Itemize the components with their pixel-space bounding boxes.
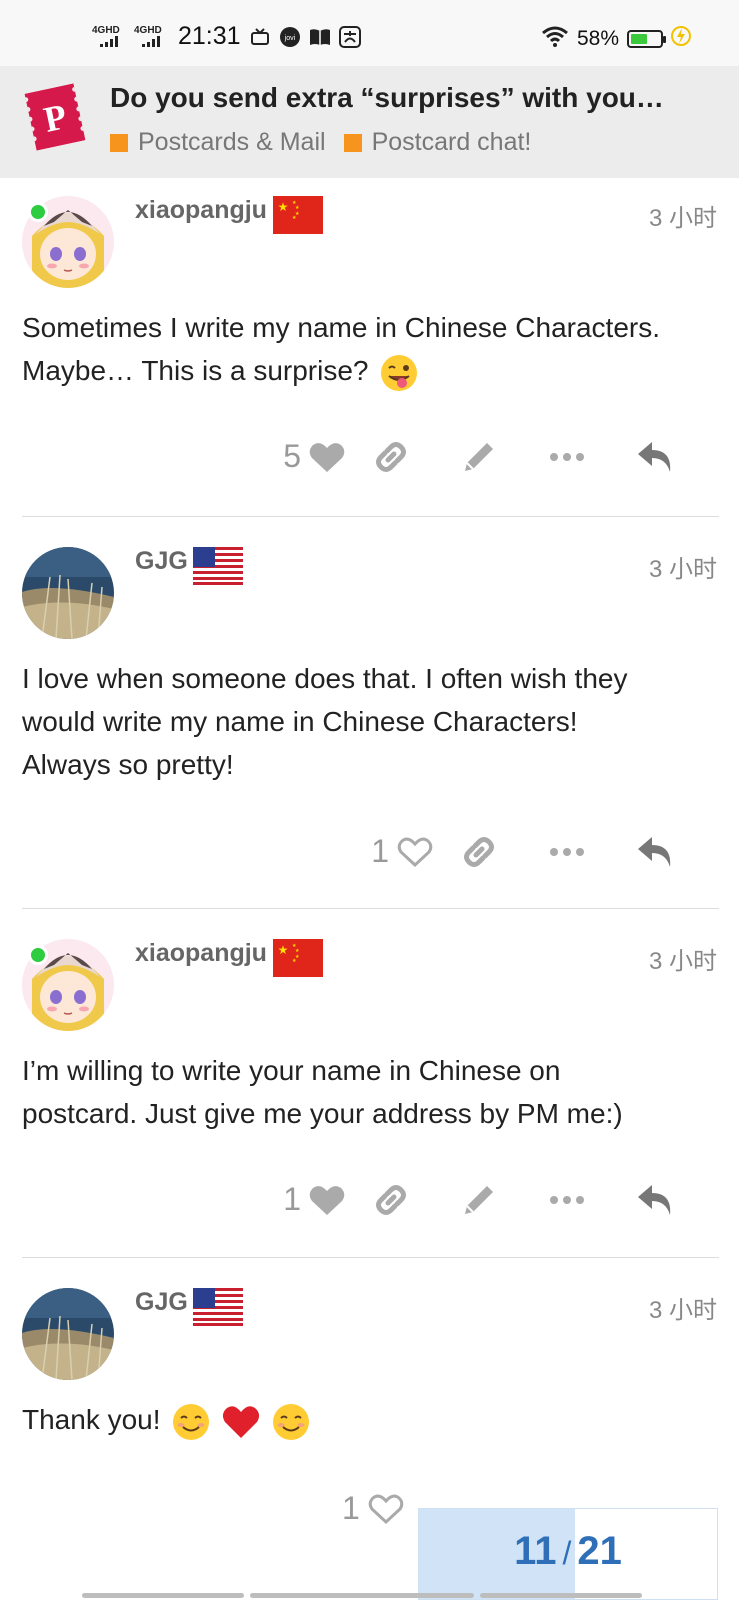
battery-percent: 58% <box>576 26 619 50</box>
post-divider <box>22 1257 719 1258</box>
online-status-indicator <box>28 945 48 965</box>
post-text-line: I love when someone does that. I often w… <box>22 663 628 694</box>
post-text-line: Always so pretty! <box>22 749 234 780</box>
avatar[interactable] <box>22 1288 114 1380</box>
more-options-icon[interactable] <box>523 452 611 462</box>
svg-text:★: ★ <box>278 943 289 957</box>
battery-icon <box>627 29 666 48</box>
share-link-icon[interactable] <box>347 1182 435 1218</box>
nav-segment[interactable] <box>250 1593 474 1598</box>
like-count: 1 <box>342 1490 360 1526</box>
online-status-indicator <box>28 202 48 222</box>
post-text-line: I’m willing to write your name in Chines… <box>22 1055 561 1086</box>
charging-icon <box>671 24 691 53</box>
edit-pencil-icon[interactable] <box>435 439 523 475</box>
topic-title[interactable]: Do you send extra “surprises” with you… <box>110 82 670 114</box>
china-flag-icon: ★ ★ ★ ★ ★ <box>273 939 323 977</box>
avatar[interactable] <box>22 547 114 639</box>
post-text-line: would write my name in Chinese Character… <box>22 706 578 737</box>
svg-text:★: ★ <box>292 215 297 221</box>
username[interactable]: xiaopangju <box>135 196 267 225</box>
book-app-icon <box>309 26 331 48</box>
system-navigation-bar <box>0 1592 739 1600</box>
status-bar: 4GHD 4GHD 21:31 jovi 58% <box>0 0 739 66</box>
svg-text:jovi: jovi <box>283 35 295 42</box>
alipay-app-icon <box>338 25 361 48</box>
svg-text:★: ★ <box>292 958 297 964</box>
progress-separator: / <box>562 1535 572 1571</box>
like-heart-outline-icon[interactable] <box>395 836 435 868</box>
post-text-line: Maybe… This is a surprise? <box>22 355 369 386</box>
winking-tongue-emoji-icon <box>380 354 418 392</box>
post-time[interactable]: 3 小时 <box>649 1290 717 1325</box>
clock: 21:31 <box>178 22 241 50</box>
like-heart-icon[interactable] <box>307 441 347 473</box>
post-content: Sometimes I write my name in Chinese Cha… <box>22 306 722 392</box>
like-heart-outline-icon[interactable] <box>366 1493 406 1525</box>
category-color-badge <box>343 133 362 152</box>
like-count: 1 <box>371 833 389 869</box>
red-heart-emoji-icon <box>222 1403 260 1441</box>
china-flag-icon: ★ ★ ★ ★ ★ <box>273 196 323 234</box>
post-text-line: Thank you! <box>22 1404 161 1435</box>
like-count: 1 <box>283 1181 301 1217</box>
post: GJG 3 小时 I love when someone does that. … <box>0 527 739 907</box>
progress-total: 21 <box>577 1529 622 1573</box>
like-heart-icon[interactable] <box>307 1184 347 1216</box>
tv-app-icon <box>249 26 271 48</box>
post-content: Thank you! <box>22 1398 722 1441</box>
jovi-app-icon: jovi <box>279 26 301 48</box>
category-postcard-chat[interactable]: Postcard chat! <box>343 128 532 157</box>
svg-text:★: ★ <box>278 200 289 214</box>
post-content: I’m willing to write your name in Chines… <box>22 1049 722 1135</box>
post-time[interactable]: 3 小时 <box>649 549 717 584</box>
signal-label: 4GHD <box>134 25 162 36</box>
post: xiaopangju ★ ★ ★ ★ ★ 3 小时 I’m willing to wri… <box>0 919 739 1257</box>
username[interactable]: GJG <box>135 547 188 576</box>
category-color-badge <box>110 133 128 152</box>
progress-current: 11 <box>514 1529 557 1573</box>
smiling-face-emoji-icon <box>272 1403 310 1441</box>
share-link-icon[interactable] <box>435 834 523 870</box>
post-time[interactable]: 3 小时 <box>649 198 717 233</box>
post: xiaopangju ★ ★ ★ ★ ★ 3 小时 Sometimes I write … <box>0 176 739 516</box>
signal-strength-icon: 4GHD <box>92 26 126 47</box>
post-content: I love when someone does that. I often w… <box>22 657 722 786</box>
smiling-face-emoji-icon <box>172 1403 210 1441</box>
post-text-line: Sometimes I write my name in Chinese Cha… <box>22 312 660 343</box>
reply-arrow-icon[interactable] <box>611 835 699 869</box>
post-divider <box>22 908 719 909</box>
site-logo-icon[interactable]: P <box>23 83 86 151</box>
more-options-icon[interactable] <box>523 847 611 857</box>
nav-segment[interactable] <box>82 1593 244 1598</box>
edit-pencil-icon[interactable] <box>435 1182 523 1218</box>
nav-segment[interactable] <box>480 1593 642 1598</box>
username[interactable]: xiaopangju <box>135 939 267 968</box>
category-label: Postcards & Mail <box>138 128 326 156</box>
usa-flag-icon <box>193 1288 243 1326</box>
post-divider <box>22 516 719 517</box>
more-options-icon[interactable] <box>523 1195 611 1205</box>
topic-progress-indicator[interactable]: 11/21 <box>418 1508 718 1600</box>
wifi-icon <box>541 25 569 52</box>
post-text-line: postcard. Just give me your address by P… <box>22 1098 623 1129</box>
category-label: Postcard chat! <box>371 128 532 156</box>
signal-strength-icon: 4GHD <box>134 26 168 47</box>
reply-arrow-icon[interactable] <box>611 440 699 474</box>
usa-flag-icon <box>193 547 243 585</box>
category-postcards-mail[interactable]: Postcards & Mail <box>110 128 326 157</box>
username[interactable]: GJG <box>135 1288 188 1317</box>
signal-label: 4GHD <box>92 25 120 36</box>
like-count: 5 <box>283 438 301 474</box>
topic-header[interactable]: P Do you send extra “surprises” with you… <box>0 66 739 178</box>
share-link-icon[interactable] <box>347 439 435 475</box>
post-time[interactable]: 3 小时 <box>649 941 717 976</box>
reply-arrow-icon[interactable] <box>611 1183 699 1217</box>
